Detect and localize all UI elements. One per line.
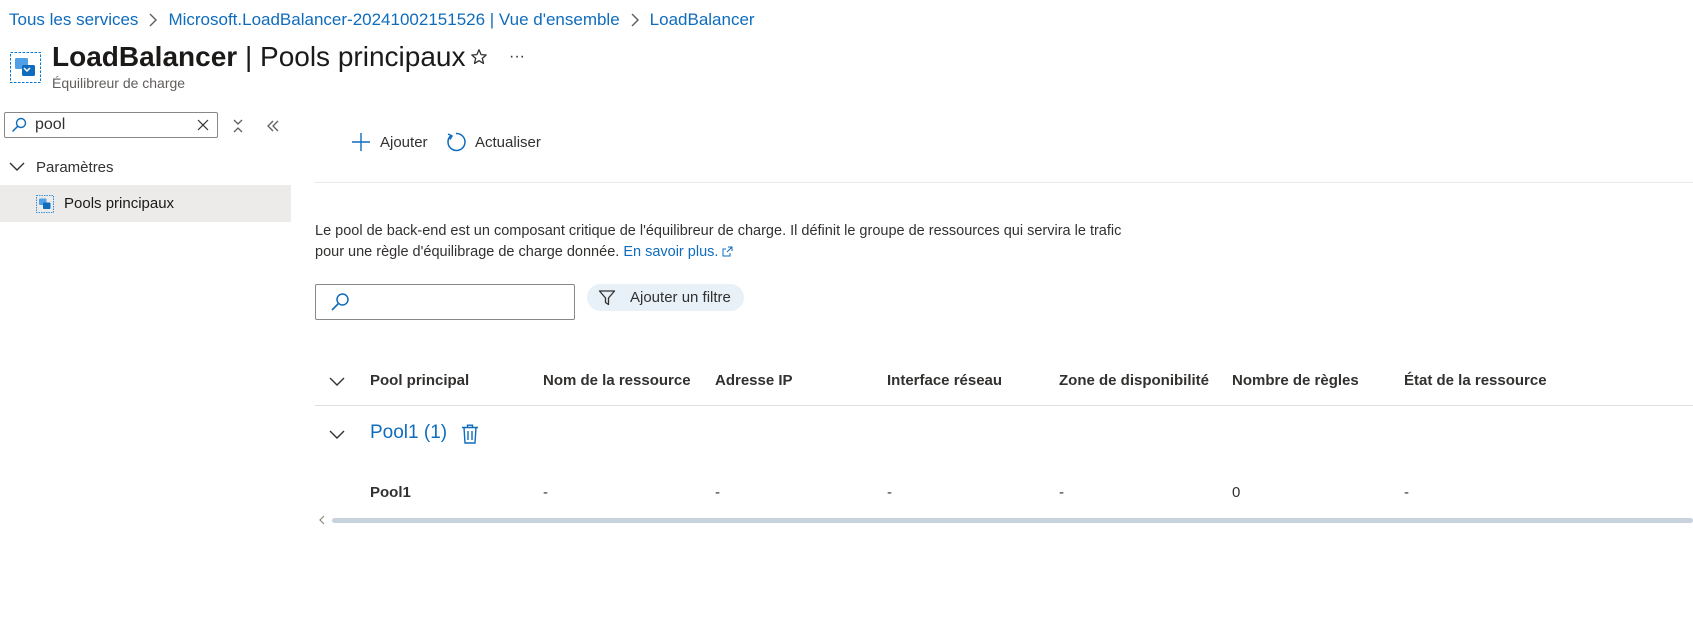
add-filter-button[interactable]: Ajouter un filtre	[587, 284, 744, 311]
nav-group-settings[interactable]: Paramètres	[0, 152, 290, 182]
sidebar-item-backend-pools[interactable]: Pools principaux	[0, 185, 291, 222]
more-actions-button[interactable]: ···	[506, 46, 528, 68]
breadcrumb-loadbalancer[interactable]: LoadBalancer	[650, 10, 755, 30]
cell-network-interface: -	[887, 484, 892, 501]
cell-availability-zone: -	[1059, 484, 1064, 501]
chevron-down-icon	[329, 430, 345, 439]
plus-icon	[350, 131, 372, 153]
cell-ip-address: -	[715, 484, 720, 501]
breadcrumb: Tous les services Microsoft.LoadBalancer…	[9, 9, 755, 31]
favorite-button[interactable]	[468, 46, 490, 68]
chevron-down-icon	[329, 377, 345, 386]
group-toggle-button[interactable]	[329, 426, 347, 444]
column-header-rule-count[interactable]: Nombre de règles	[1232, 372, 1359, 389]
double-chevron-left-icon	[267, 120, 279, 132]
collapse-all-button[interactable]	[229, 117, 247, 135]
table-horizontal-scrollbar[interactable]	[315, 514, 1693, 526]
clear-search-button[interactable]	[195, 117, 211, 133]
add-button[interactable]: Ajouter	[350, 130, 428, 154]
nav-group-label: Paramètres	[36, 158, 114, 176]
column-header-ip-address[interactable]: Adresse IP	[715, 372, 793, 389]
cell-pool: Pool1	[370, 484, 411, 501]
star-icon	[471, 49, 487, 65]
title-separator: |	[244, 41, 253, 72]
breadcrumb-all-services[interactable]: Tous les services	[9, 10, 138, 30]
column-header-availability-zone[interactable]: Zone de disponibilité	[1059, 372, 1209, 389]
table-header: Pool principal Nom de la ressource Adres…	[315, 364, 1693, 406]
table-search-box[interactable]	[315, 284, 575, 320]
cell-resource-name: -	[543, 484, 548, 501]
column-header-resource-status[interactable]: État de la ressource	[1404, 372, 1547, 389]
refresh-button[interactable]: Actualiser	[445, 130, 541, 154]
load-balancer-icon	[10, 52, 41, 83]
group-pool-link[interactable]: Pool1 (1)	[370, 422, 447, 444]
trash-icon	[462, 424, 478, 444]
command-bar-divider	[314, 182, 1693, 183]
external-link-icon	[722, 243, 733, 264]
refresh-icon	[445, 131, 467, 153]
resource-type-subtitle: Équilibreur de charge	[52, 75, 186, 91]
column-header-network-interface[interactable]: Interface réseau	[887, 372, 1002, 389]
menu-search-input[interactable]	[35, 116, 185, 134]
close-icon	[197, 119, 209, 131]
column-header-pool[interactable]: Pool principal	[370, 372, 469, 389]
filter-icon	[598, 289, 616, 307]
refresh-button-label: Actualiser	[475, 133, 541, 151]
menu-search-box[interactable]	[4, 112, 218, 138]
ellipsis-icon: ···	[509, 48, 525, 65]
scroll-left-icon[interactable]	[319, 514, 329, 526]
search-icon	[11, 116, 29, 134]
hide-menu-button[interactable]	[263, 116, 283, 136]
breadcrumb-deployment-overview[interactable]: Microsoft.LoadBalancer-20241002151526 | …	[168, 10, 619, 30]
pool-description: Le pool de back-end est un composant cri…	[315, 221, 1135, 264]
table-search-input[interactable]	[360, 292, 564, 312]
chevron-down-icon	[9, 158, 27, 176]
page-title: LoadBalancer | Pools principaux	[52, 40, 465, 74]
expand-all-button[interactable]	[329, 373, 347, 391]
resource-name: LoadBalancer	[52, 41, 238, 72]
chevron-right-icon	[624, 9, 646, 31]
column-header-resource-name[interactable]: Nom de la ressource	[543, 372, 691, 389]
table-row[interactable]: Pool1 - - - - 0 -	[315, 480, 1693, 506]
chevron-right-icon	[142, 9, 164, 31]
add-button-label: Ajouter	[380, 133, 428, 151]
delete-pool-button[interactable]	[460, 423, 480, 445]
page-name: Pools principaux	[260, 41, 466, 72]
scrollbar-thumb[interactable]	[332, 518, 1693, 523]
learn-more-label: En savoir plus.	[623, 244, 719, 260]
sidebar-item-label: Pools principaux	[64, 195, 175, 212]
collapse-all-icon	[233, 119, 243, 133]
load-balancer-icon	[36, 194, 54, 213]
learn-more-link[interactable]: En savoir plus.	[623, 244, 733, 260]
search-icon	[330, 291, 352, 313]
add-filter-label: Ajouter un filtre	[630, 289, 731, 306]
cell-rule-count: 0	[1232, 484, 1241, 501]
cell-resource-status: -	[1404, 484, 1409, 501]
table-group-row: Pool1 (1)	[315, 418, 1693, 452]
